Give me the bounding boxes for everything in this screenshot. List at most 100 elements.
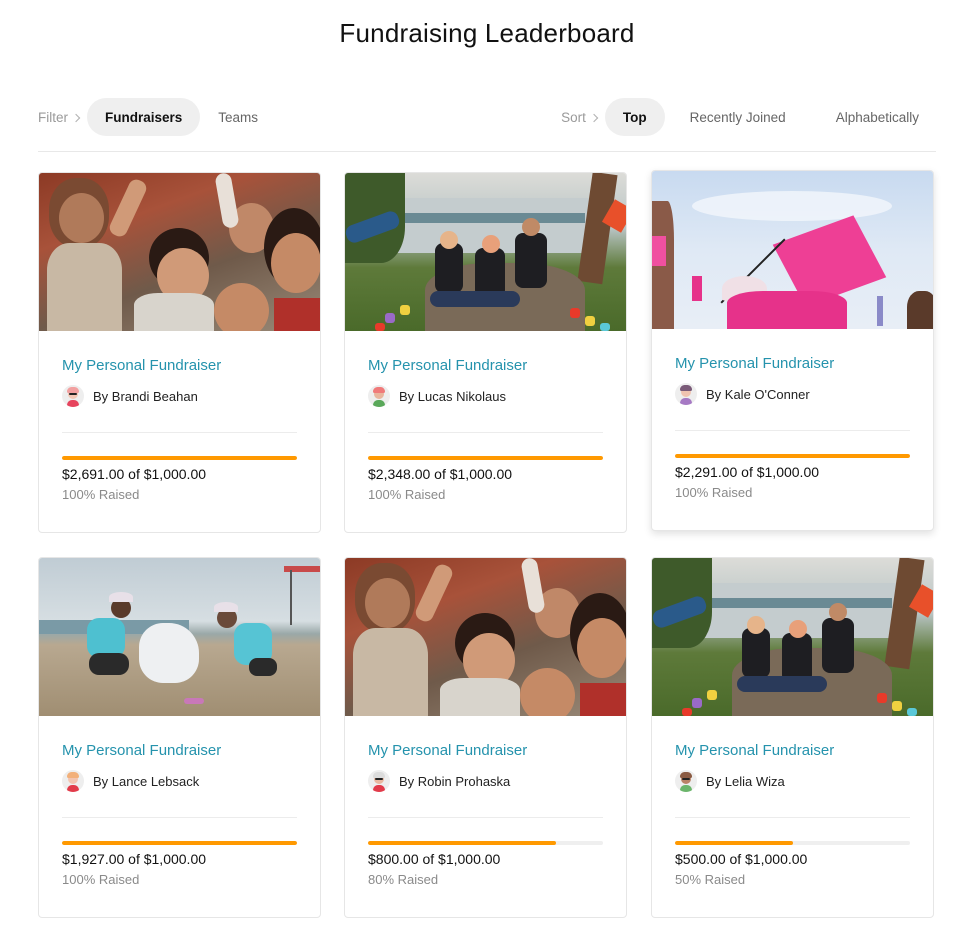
photo-shape bbox=[907, 291, 933, 329]
beach-cleanup-photo[interactable] bbox=[39, 558, 320, 716]
photo-shape bbox=[822, 618, 854, 673]
photo-shape bbox=[702, 598, 892, 608]
avatar-shirt bbox=[680, 398, 692, 405]
photo-shape bbox=[520, 668, 575, 716]
owner-name: By Lucas Nikolaus bbox=[399, 388, 506, 404]
fundraiser-title[interactable]: My Personal Fundraiser bbox=[368, 357, 603, 374]
card-body: My Personal Fundraiser By Brandi Beahan … bbox=[39, 357, 320, 502]
fundraiser-card[interactable]: My Personal Fundraiser By Lucas Nikolaus… bbox=[344, 172, 627, 533]
progress-bar bbox=[62, 841, 297, 845]
percent-raised: 50% Raised bbox=[675, 872, 746, 887]
fundraiser-owner: By Lelia Wiza bbox=[675, 769, 910, 793]
filter-fundraisers-tab[interactable]: Fundraisers bbox=[87, 98, 201, 136]
fundraiser-title[interactable]: My Personal Fundraiser bbox=[62, 742, 297, 759]
avatar-hair bbox=[373, 387, 385, 393]
progress-fill bbox=[368, 456, 603, 460]
photo-shape bbox=[482, 235, 500, 253]
amount-raised: $500.00 of $1,000.00 bbox=[675, 851, 808, 867]
photo-shape bbox=[430, 291, 520, 307]
avatar bbox=[675, 770, 697, 792]
card-body: My Personal Fundraiser By Robin Prohaska… bbox=[345, 742, 626, 887]
filter-group: Filter Fundraisers Teams bbox=[38, 98, 276, 136]
photo-shape bbox=[747, 616, 765, 634]
photo-shape bbox=[707, 690, 717, 700]
photo-shape bbox=[290, 570, 292, 625]
fundraiser-title[interactable]: My Personal Fundraiser bbox=[368, 742, 603, 759]
volunteers-park-photo[interactable] bbox=[345, 173, 626, 331]
children-smiling-photo[interactable] bbox=[39, 173, 320, 331]
sort-top-tab[interactable]: Top bbox=[604, 98, 665, 136]
filter-label: Filter bbox=[38, 109, 81, 125]
photo-shape bbox=[375, 323, 385, 331]
pink-flag-rally-photo[interactable] bbox=[652, 171, 933, 329]
photo-shape bbox=[692, 191, 892, 221]
photo-shape bbox=[184, 698, 204, 704]
avatar-hair bbox=[67, 772, 79, 778]
chevron-right-icon bbox=[71, 113, 81, 122]
avatar bbox=[368, 770, 390, 792]
photo-shape bbox=[829, 603, 847, 621]
photo-shape bbox=[742, 628, 770, 678]
fundraiser-owner: By Lucas Nikolaus bbox=[368, 384, 603, 408]
photo-shape bbox=[907, 708, 917, 716]
photo-shape bbox=[353, 628, 428, 716]
photo-shape bbox=[692, 276, 702, 301]
avatar-shirt bbox=[373, 400, 385, 407]
photo-shape bbox=[892, 701, 902, 711]
avatar-shirt bbox=[680, 785, 692, 792]
amount-raised: $800.00 of $1,000.00 bbox=[368, 851, 501, 867]
photo-shape bbox=[59, 193, 104, 243]
photo-shape bbox=[652, 236, 666, 266]
sort-recently-joined-tab[interactable]: Recently Joined bbox=[665, 98, 811, 136]
fundraiser-card[interactable]: My Personal Fundraiser By Lance Lebsack … bbox=[38, 557, 321, 918]
children-smiling-photo[interactable] bbox=[345, 558, 626, 716]
progress-fill bbox=[62, 456, 297, 460]
photo-shape bbox=[395, 213, 585, 223]
chevron-right-icon bbox=[589, 113, 599, 122]
avatar-shirt bbox=[67, 400, 79, 407]
photo-shape bbox=[47, 243, 122, 331]
fundraiser-title[interactable]: My Personal Fundraiser bbox=[675, 355, 910, 372]
filter-teams-tab[interactable]: Teams bbox=[200, 98, 276, 136]
sort-group: Sort Top Recently Joined Alphabetically bbox=[561, 98, 936, 136]
fundraiser-card[interactable]: My Personal Fundraiser By Brandi Beahan … bbox=[38, 172, 321, 533]
card-divider bbox=[62, 817, 297, 818]
progress-fill bbox=[368, 841, 556, 845]
photo-shape bbox=[580, 683, 626, 716]
avatar-shirt bbox=[373, 785, 385, 792]
avatar bbox=[675, 383, 697, 405]
avatar-hair bbox=[680, 385, 692, 391]
fundraiser-title[interactable]: My Personal Fundraiser bbox=[62, 357, 297, 374]
owner-name: By Robin Prohaska bbox=[399, 773, 511, 789]
photo-shape bbox=[440, 231, 458, 249]
fundraiser-title[interactable]: My Personal Fundraiser bbox=[675, 742, 910, 759]
owner-name: By Lance Lebsack bbox=[93, 773, 200, 789]
photo-shape bbox=[214, 602, 238, 612]
photo-shape bbox=[585, 316, 595, 326]
fundraiser-card[interactable]: My Personal Fundraiser By Lelia Wiza $50… bbox=[651, 557, 934, 918]
photo-shape bbox=[365, 578, 410, 628]
fundraiser-card[interactable]: My Personal Fundraiser By Kale O'Conner … bbox=[651, 170, 934, 531]
photo-shape bbox=[274, 298, 320, 331]
photo-shape bbox=[385, 313, 395, 323]
photo-shape bbox=[570, 308, 580, 318]
photo-shape bbox=[789, 620, 807, 638]
leaderboard-toolbar: Filter Fundraisers Teams Sort Top Recent… bbox=[38, 98, 936, 136]
toolbar-divider bbox=[38, 151, 936, 152]
photo-shape bbox=[214, 283, 269, 331]
volunteers-park-photo[interactable] bbox=[652, 558, 933, 716]
card-body: My Personal Fundraiser By Lance Lebsack … bbox=[39, 742, 320, 887]
sort-alphabetically-tab[interactable]: Alphabetically bbox=[811, 98, 936, 136]
page-title: Fundraising Leaderboard bbox=[339, 18, 635, 48]
percent-raised: 100% Raised bbox=[62, 487, 140, 502]
amount-raised: $2,348.00 of $1,000.00 bbox=[368, 466, 513, 482]
progress-fill bbox=[675, 454, 910, 458]
filter-label-text: Filter bbox=[38, 109, 68, 125]
card-divider bbox=[675, 430, 910, 431]
avatar-glasses bbox=[375, 778, 383, 780]
owner-name: By Brandi Beahan bbox=[93, 388, 198, 404]
card-body: My Personal Fundraiser By Lelia Wiza $50… bbox=[652, 742, 933, 887]
photo-shape bbox=[435, 243, 463, 293]
fundraiser-card[interactable]: My Personal Fundraiser By Robin Prohaska… bbox=[344, 557, 627, 918]
fundraiser-owner: By Kale O'Conner bbox=[675, 382, 910, 406]
